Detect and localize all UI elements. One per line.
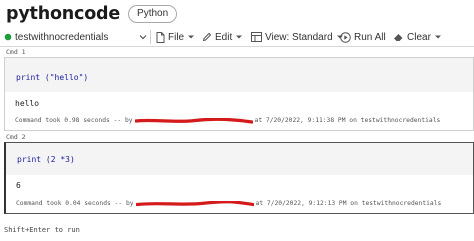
timing-text: Command took 0.04 seconds -- by bbox=[16, 200, 134, 207]
notebook-title[interactable]: pythoncode bbox=[6, 4, 120, 24]
run-all-label: Run All bbox=[354, 31, 386, 43]
code-line: print (2 *3) bbox=[17, 155, 75, 164]
caret-down-icon bbox=[236, 35, 243, 39]
pencil-icon bbox=[202, 32, 212, 42]
run-all-button[interactable]: Run All bbox=[340, 27, 386, 47]
cell-label: Cmd 2 bbox=[6, 133, 26, 141]
notebook-toolbar: testwithnocredentials File Edit View: St… bbox=[0, 27, 474, 47]
notebook-cell[interactable]: print ("hello") hello Command took 0.98 … bbox=[4, 57, 474, 131]
cell-output: hello bbox=[15, 99, 40, 108]
eraser-icon bbox=[394, 34, 403, 41]
clear-menu-button[interactable]: Clear bbox=[393, 27, 442, 47]
view-layout-icon bbox=[251, 32, 262, 42]
cluster-status-icon bbox=[4, 33, 12, 41]
redaction-mark bbox=[134, 117, 253, 124]
cell-output: 6 bbox=[16, 181, 21, 190]
file-icon bbox=[156, 31, 165, 43]
command-timing: Command took 0.04 seconds -- by at 7/20/… bbox=[16, 200, 441, 207]
redaction-mark bbox=[135, 200, 254, 206]
cell-label: Cmd 1 bbox=[6, 48, 26, 56]
view-menu-button[interactable]: View: Standard bbox=[251, 27, 344, 47]
cluster-name: testwithnocredentials bbox=[15, 31, 109, 43]
edit-menu-label: Edit bbox=[215, 31, 233, 43]
file-menu-button[interactable]: File bbox=[156, 27, 195, 47]
caret-down-icon bbox=[188, 35, 195, 39]
timing-text: Command took 0.98 seconds -- by bbox=[15, 117, 133, 124]
chevron-down-icon bbox=[139, 35, 147, 40]
language-badge[interactable]: Python bbox=[128, 5, 178, 23]
code-editor[interactable]: print ("hello") bbox=[5, 58, 473, 92]
cluster-selector[interactable]: testwithnocredentials bbox=[4, 27, 148, 47]
command-timing: Command took 0.98 seconds -- by at 7/20/… bbox=[15, 117, 440, 124]
file-menu-label: File bbox=[168, 31, 185, 43]
view-menu-label: View: Standard bbox=[265, 31, 333, 43]
code-editor[interactable]: print (2 *3) bbox=[6, 143, 473, 175]
toolbar-divider bbox=[150, 30, 151, 44]
edit-menu-button[interactable]: Edit bbox=[202, 27, 243, 47]
play-circle-icon bbox=[340, 31, 351, 43]
notebook-header: pythoncode Python bbox=[6, 2, 178, 26]
code-line: print ("hello") bbox=[16, 73, 89, 82]
notebook-cell-active[interactable]: print (2 *3) 6 Command took 0.04 seconds… bbox=[4, 142, 474, 214]
run-shortcut-hint: Shift+Enter to run bbox=[4, 226, 80, 234]
timing-details: at 7/20/2022, 9:12:13 PM on testwithnocr… bbox=[255, 200, 442, 207]
timing-details: at 7/20/2022, 9:11:38 PM on testwithnocr… bbox=[254, 117, 441, 124]
caret-down-icon bbox=[434, 35, 441, 39]
clear-menu-label: Clear bbox=[407, 31, 431, 43]
